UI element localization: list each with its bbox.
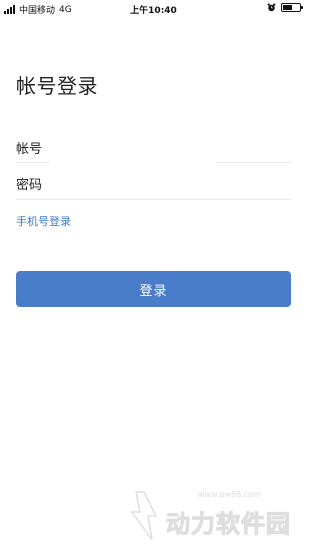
login-button[interactable]: 登录: [16, 271, 291, 307]
password-row: 密码: [16, 169, 291, 199]
password-label: 密码: [16, 178, 43, 193]
account-label: 帐号: [16, 142, 43, 157]
page-title: 帐号登录: [16, 74, 98, 98]
status-time: 上午10:40: [130, 6, 177, 16]
watermark-url: www.pw88.com: [198, 490, 261, 499]
account-row: 帐号: [16, 133, 291, 163]
watermark-logo-icon: [130, 491, 158, 541]
password-input[interactable]: [56, 171, 286, 195]
watermark: www.pw88.com 动力软件园: [118, 482, 303, 544]
status-bar-right: [267, 3, 303, 12]
alarm-icon: [267, 3, 276, 12]
status-bar: 中国移动 4G 上午10:40: [0, 0, 307, 18]
battery-level-fill: [283, 5, 292, 10]
phone-login-link[interactable]: 手机号登录: [16, 213, 71, 229]
battery-icon: [281, 3, 303, 12]
watermark-name: 动力软件园: [166, 510, 291, 539]
password-divider: [16, 199, 291, 200]
account-divider: [16, 162, 50, 163]
account-input[interactable]: [56, 135, 286, 159]
account-divider-right: [216, 162, 291, 163]
